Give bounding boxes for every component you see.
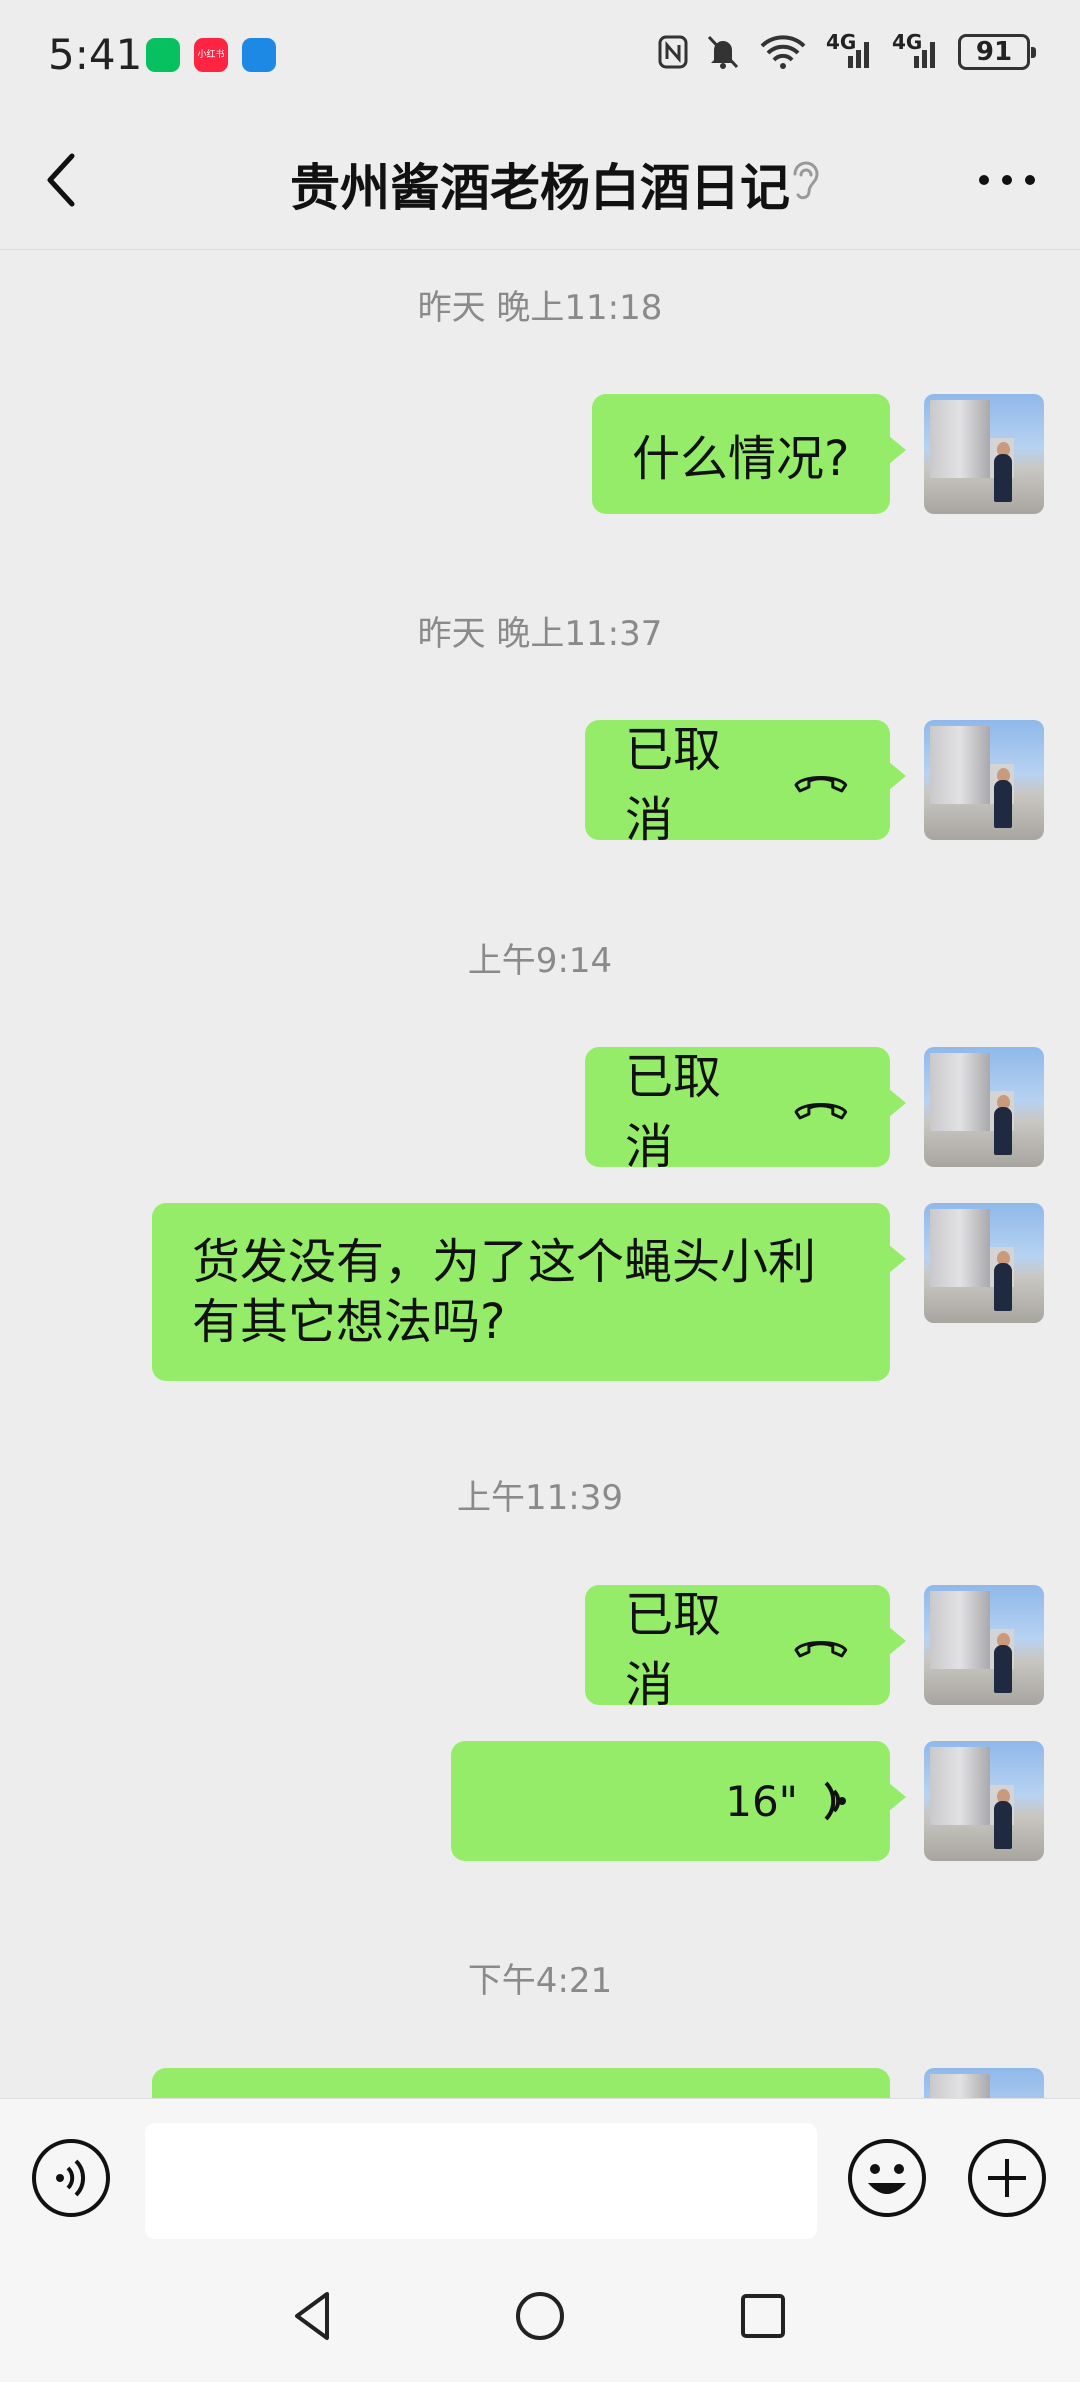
add-more-icon[interactable]	[966, 2137, 1048, 2219]
message-input[interactable]	[145, 2123, 817, 2239]
signal-2: 4G	[892, 30, 940, 70]
message-timestamp: 昨天 晚上11:18	[417, 288, 663, 328]
message-text-line-1: 货发没有，为了这个蝇头小利	[192, 1234, 817, 1290]
status-bar: 5:41 小红书 4G 4G 91	[0, 0, 1080, 110]
system-recents-icon[interactable]	[733, 2286, 793, 2346]
message-text: 什么情况?	[632, 431, 850, 487]
signal-bars-icon	[914, 42, 935, 68]
status-time: 5:41	[48, 30, 143, 79]
xiaohongshu-notification-icon: 小红书	[194, 38, 228, 72]
phone-hangup-icon	[794, 776, 848, 793]
chat-header: 贵州酱酒老杨白酒日记	[0, 110, 1080, 250]
voice-input-toggle-icon[interactable]	[30, 2137, 112, 2219]
nfc-icon	[658, 35, 688, 69]
message-timestamp: 昨天 晚上11:37	[417, 614, 663, 654]
call-message-bubble[interactable]: 已取消	[585, 1047, 906, 1175]
system-home-icon[interactable]	[510, 2286, 570, 2346]
phone-hangup-icon	[794, 1103, 848, 1120]
battery-indicator: 91	[958, 34, 1036, 70]
more-options-icon[interactable]	[972, 160, 1042, 200]
call-status-text: 已取消	[625, 1587, 722, 1713]
weather-notification-icon	[242, 38, 276, 72]
earpiece-mode-icon	[793, 161, 819, 200]
signal-1: 4G	[826, 30, 874, 70]
phone-hangup-icon	[794, 1641, 848, 1658]
wechat-notification-icon	[146, 38, 180, 72]
avatar[interactable]	[924, 1047, 1044, 1167]
signal-bars-icon	[848, 42, 869, 68]
bell-muted-icon	[707, 35, 739, 69]
message-bubble[interactable]: 货发没有，为了这个蝇头小利 有其它想法吗?	[152, 1203, 906, 1381]
voice-waves-icon	[824, 1781, 846, 1821]
message-timestamp: 上午11:39	[457, 1478, 623, 1518]
status-indicators: 4G 4G 91	[658, 30, 1036, 70]
voice-message-bubble[interactable]: 16"	[451, 1741, 906, 1861]
chat-title: 贵州酱酒老杨白酒日记	[290, 159, 790, 217]
message-list[interactable]: 昨天 晚上11:18 什么情况? 昨天 晚上11:37 已取消 上午9:14 已…	[0, 250, 1080, 2098]
system-navigation-bar	[0, 2256, 1080, 2382]
avatar[interactable]	[924, 1203, 1044, 1323]
call-status-text: 已取消	[625, 1049, 722, 1175]
emoji-icon[interactable]	[846, 2137, 928, 2219]
message-bubble-partial[interactable]	[152, 2068, 890, 2098]
message-text-line-2: 有其它想法吗?	[192, 1294, 506, 1350]
avatar[interactable]	[924, 394, 1044, 514]
call-status-text: 已取消	[625, 722, 722, 848]
avatar[interactable]	[924, 2068, 1044, 2098]
avatar[interactable]	[924, 1741, 1044, 1861]
message-timestamp: 上午9:14	[467, 941, 613, 981]
call-message-bubble[interactable]: 已取消	[585, 720, 906, 848]
avatar[interactable]	[924, 1585, 1044, 1705]
voice-duration: 16"	[725, 1776, 798, 1826]
message-timestamp: 下午4:21	[467, 1961, 613, 2001]
call-message-bubble[interactable]: 已取消	[585, 1585, 906, 1713]
message-bubble[interactable]: 什么情况?	[592, 394, 906, 514]
wifi-icon	[760, 35, 806, 69]
input-bar	[0, 2098, 1080, 2256]
system-back-icon[interactable]	[283, 2286, 343, 2346]
avatar[interactable]	[924, 720, 1044, 840]
